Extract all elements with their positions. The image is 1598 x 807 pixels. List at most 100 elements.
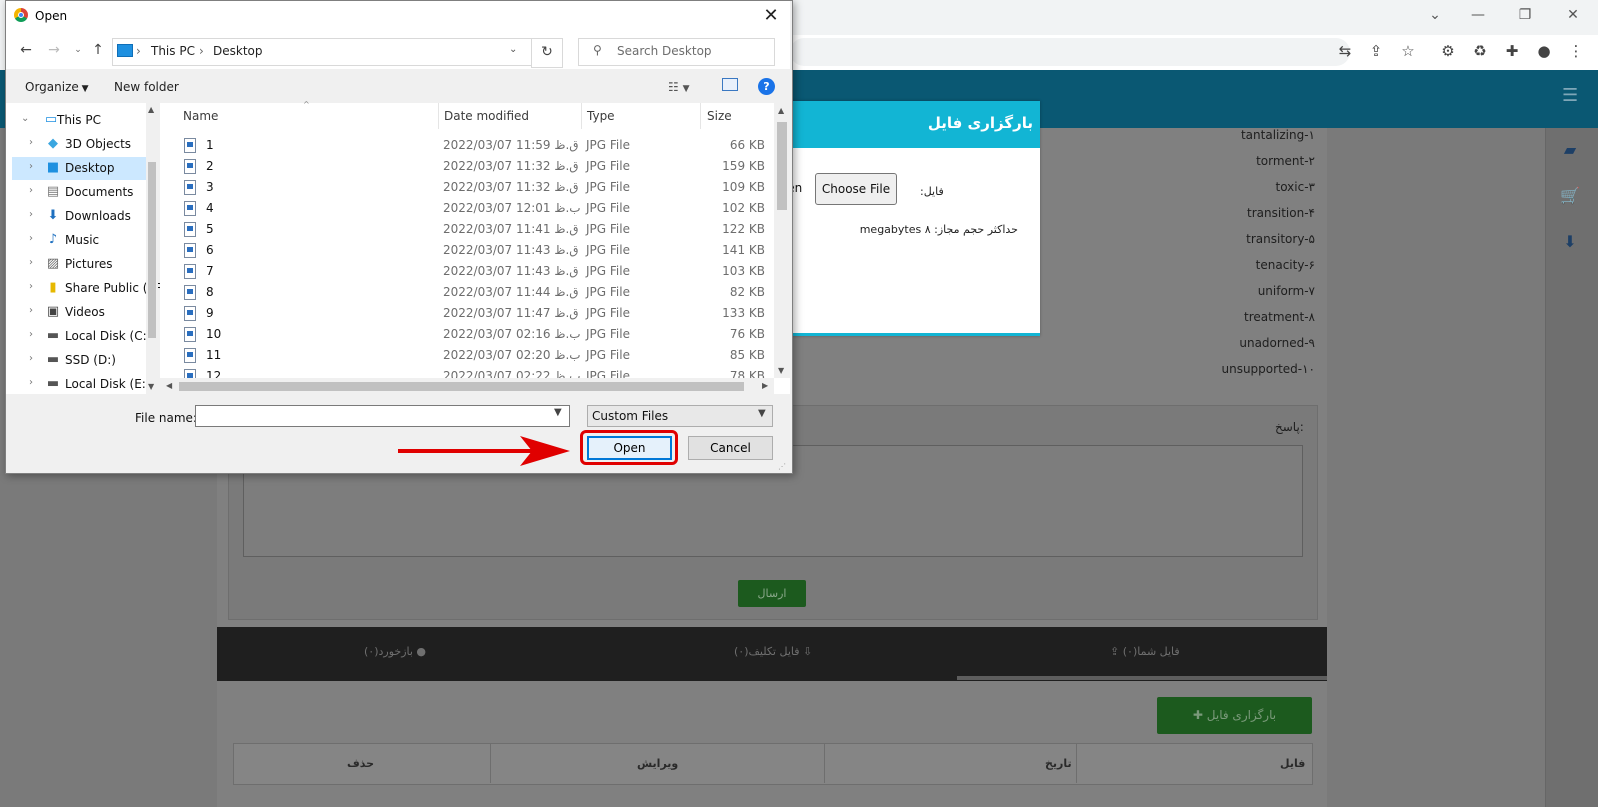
file-row[interactable]: 6 2022/03/07 11:43 ق.ظ JPG File 141 KB bbox=[181, 240, 771, 261]
chevron-right-icon[interactable]: › bbox=[29, 233, 33, 244]
close-window-icon[interactable]: ✕ bbox=[1550, 0, 1596, 30]
tree-item-downloads[interactable]: › ⬇ Downloads bbox=[12, 205, 150, 228]
column-divider[interactable] bbox=[700, 103, 701, 129]
share-icon[interactable]: ⇪ bbox=[1365, 40, 1387, 62]
puzzle-icon[interactable]: ✚ bbox=[1501, 40, 1523, 62]
restore-icon[interactable]: ❐ bbox=[1502, 0, 1548, 30]
recent-chevron-icon[interactable]: ⌄ bbox=[68, 40, 88, 60]
file-row[interactable]: 7 2022/03/07 11:43 ق.ظ JPG File 103 KB bbox=[181, 261, 771, 282]
column-header-name[interactable]: Name bbox=[183, 109, 218, 123]
tree-item-desktop[interactable]: › ■ Desktop bbox=[12, 157, 150, 180]
tree-scroll-thumb[interactable] bbox=[148, 162, 156, 338]
help-icon[interactable]: ? bbox=[758, 78, 775, 95]
more-menu-icon[interactable]: ⋮ bbox=[1565, 40, 1587, 62]
chevron-right-icon[interactable]: › bbox=[29, 209, 33, 220]
chevron-down-icon[interactable]: ⌄ bbox=[21, 113, 29, 124]
tree-item-ssd-d[interactable]: › ▬ SSD (D:) bbox=[12, 349, 150, 372]
tree-item-3d-objects[interactable]: › ◆ 3D Objects bbox=[12, 133, 150, 156]
minimize-icon[interactable]: — bbox=[1455, 0, 1501, 30]
close-icon[interactable]: ✕ bbox=[759, 5, 783, 27]
download-icon[interactable]: ⬇ bbox=[1558, 232, 1582, 256]
refresh-icon[interactable]: ↻ bbox=[531, 38, 563, 68]
recycle-icon[interactable]: ♻ bbox=[1469, 40, 1491, 62]
cancel-button[interactable]: Cancel bbox=[688, 436, 773, 460]
file-row[interactable]: 4 2022/03/07 12:01 ب.ظ JPG File 102 KB bbox=[181, 198, 771, 219]
file-row[interactable]: 10 2022/03/07 02:16 ب.ظ JPG File 76 KB bbox=[181, 324, 771, 345]
file-row[interactable]: 9 2022/03/07 11:47 ق.ظ JPG File 133 KB bbox=[181, 303, 771, 324]
chevron-down-icon[interactable]: ▼ bbox=[758, 408, 766, 419]
column-header-date-modified[interactable]: Date modified bbox=[444, 109, 529, 123]
tree-item-videos[interactable]: › ▣ Videos bbox=[12, 301, 150, 324]
tree-item-share-public[interactable]: › ▮ Share Public (AR bbox=[12, 277, 164, 300]
chevron-down-icon[interactable]: ⌄ bbox=[1412, 0, 1458, 30]
organize-menu[interactable]: Organize ▼ bbox=[25, 80, 89, 94]
column-divider[interactable] bbox=[581, 103, 582, 129]
tree-item-documents[interactable]: › ▤ Documents bbox=[12, 181, 150, 204]
file-row[interactable]: 8 2022/03/07 11:44 ق.ظ JPG File 82 KB bbox=[181, 282, 771, 303]
tree-item-local-disk-e[interactable]: › ▬ Local Disk (E:) bbox=[12, 373, 151, 396]
file-row[interactable]: 3 2022/03/07 11:32 ق.ظ JPG File 109 KB bbox=[181, 177, 771, 198]
tree-item-local-disk-c[interactable]: › ▬ Local Disk (C:) bbox=[12, 325, 151, 348]
file-name-input[interactable] bbox=[195, 405, 570, 427]
hscroll-thumb[interactable] bbox=[179, 382, 744, 391]
chevron-right-icon[interactable]: › bbox=[29, 161, 33, 172]
scroll-down-icon[interactable]: ▼ bbox=[778, 366, 784, 375]
hamburger-icon[interactable]: ☰ bbox=[1562, 85, 1578, 106]
view-options-icon[interactable]: ☷ ▼ bbox=[668, 80, 690, 94]
file-row[interactable]: 2 2022/03/07 11:32 ق.ظ JPG File 159 KB bbox=[181, 156, 771, 177]
download-icon: ⇩ bbox=[799, 645, 813, 658]
file-row[interactable]: 11 2022/03/07 02:20 ب.ظ JPG File 85 KB bbox=[181, 345, 771, 366]
extension-badge-icon[interactable]: ⚙ bbox=[1437, 40, 1459, 62]
chevron-right-icon[interactable]: › bbox=[29, 137, 33, 148]
chevron-right-icon[interactable]: › bbox=[29, 377, 33, 388]
path-dropdown-icon[interactable]: ⌄ bbox=[509, 44, 517, 55]
profile-icon[interactable]: ● bbox=[1533, 40, 1555, 62]
scroll-up-icon[interactable]: ▲ bbox=[778, 106, 784, 115]
upload-file-button[interactable]: ✚ بارگزاری فایل bbox=[1157, 697, 1312, 734]
breadcrumb-this-pc[interactable]: This PC bbox=[151, 44, 195, 58]
preview-pane-icon[interactable] bbox=[722, 78, 738, 91]
new-folder-button[interactable]: New folder bbox=[114, 80, 179, 94]
dialog-titlebar[interactable] bbox=[6, 1, 790, 32]
navigation-pane: ⌄ ▭ This PC › ◆ 3D Objects › ■ Desktop › ▤ Docum… bbox=[6, 103, 164, 396]
scroll-left-icon[interactable]: ◀ bbox=[166, 381, 172, 390]
chevron-down-icon[interactable]: ▼ bbox=[554, 407, 562, 418]
file-date: 2022/03/07 11:32 ق.ظ bbox=[443, 159, 579, 173]
breadcrumb-desktop[interactable]: Desktop bbox=[213, 44, 263, 58]
chevron-right-icon[interactable]: › bbox=[29, 281, 33, 292]
choose-file-button[interactable]: Choose File bbox=[815, 173, 897, 205]
star-icon[interactable]: ☆ bbox=[1397, 40, 1419, 62]
tab-my-files[interactable]: ⇪ فایل شما(۰) bbox=[1110, 645, 1180, 658]
cart-icon[interactable]: 🛒 bbox=[1558, 186, 1582, 210]
vscroll-thumb[interactable] bbox=[777, 122, 787, 210]
back-arrow-icon[interactable]: ← bbox=[16, 40, 36, 60]
file-row[interactable]: 12 2022/03/07 02:22 ب.ظ JPG File 78 KB bbox=[181, 366, 771, 378]
file-name: 9 bbox=[206, 306, 214, 320]
tree-item-music[interactable]: › ♪ Music bbox=[12, 229, 150, 252]
chat-icon[interactable]: ▰ bbox=[1558, 140, 1582, 164]
tab-feedback[interactable]: بازخورد(۰) ● bbox=[364, 645, 426, 658]
tree-item-pictures[interactable]: › ▨ Pictures bbox=[12, 253, 150, 276]
file-row[interactable]: 5 2022/03/07 11:41 ق.ظ JPG File 122 KB bbox=[181, 219, 771, 240]
chevron-right-icon[interactable]: › bbox=[29, 329, 33, 340]
scroll-down-icon[interactable]: ▼ bbox=[148, 382, 154, 391]
scroll-up-icon[interactable]: ▲ bbox=[148, 105, 154, 114]
chevron-right-icon[interactable]: › bbox=[29, 305, 33, 316]
file-row[interactable]: 1 2022/03/07 11:59 ق.ظ JPG File 66 KB bbox=[181, 135, 771, 156]
tab-assignment-file[interactable]: فایل تکلیف(۰) ⇩ bbox=[734, 645, 812, 658]
column-header-size[interactable]: Size bbox=[707, 109, 732, 123]
column-header-type[interactable]: Type bbox=[587, 109, 615, 123]
translate-icon[interactable]: ⇆ bbox=[1334, 40, 1356, 62]
address-bar[interactable] bbox=[790, 38, 1350, 66]
resize-grip-icon[interactable]: ⋰ bbox=[778, 462, 786, 471]
chevron-right-icon[interactable]: › bbox=[29, 257, 33, 268]
chevron-right-icon[interactable]: › bbox=[29, 353, 33, 364]
scroll-right-icon[interactable]: ▶ bbox=[762, 381, 768, 390]
tree-item-this-pc[interactable]: ⌄ ▭ This PC bbox=[12, 109, 150, 132]
send-button[interactable]: ارسال bbox=[738, 580, 806, 607]
forward-arrow-icon[interactable]: → bbox=[44, 40, 64, 60]
up-arrow-icon[interactable]: ↑ bbox=[88, 40, 108, 60]
open-button[interactable]: Open bbox=[587, 436, 672, 460]
column-divider[interactable] bbox=[438, 103, 439, 129]
chevron-right-icon[interactable]: › bbox=[29, 185, 33, 196]
